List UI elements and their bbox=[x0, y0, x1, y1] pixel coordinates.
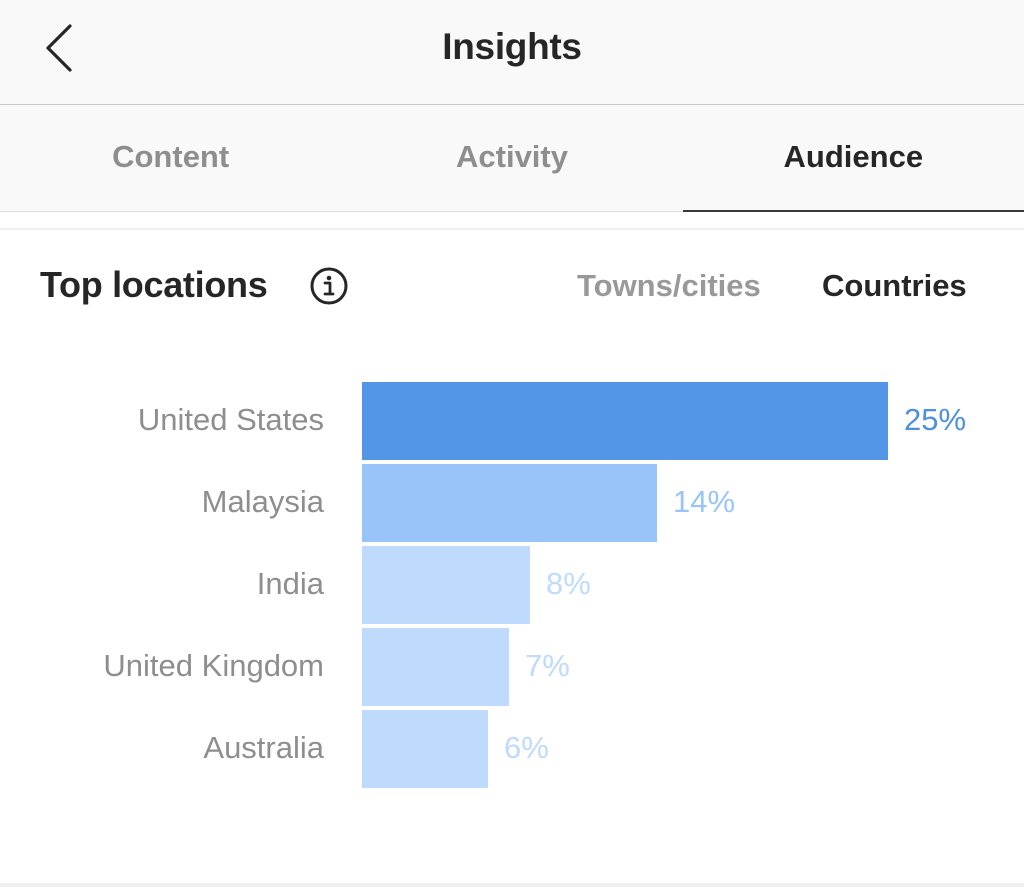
value-label: 8% bbox=[546, 566, 591, 601]
toggle-towns-cities[interactable]: Towns/cities bbox=[577, 268, 761, 304]
category-label: Malaysia bbox=[201, 484, 324, 519]
bar bbox=[362, 382, 888, 460]
nav-bar: Insights bbox=[0, 0, 1024, 105]
tab-audience[interactable]: Audience bbox=[682, 105, 1024, 212]
tab-bar: Content Activity Audience bbox=[0, 105, 1024, 212]
value-label: 6% bbox=[504, 730, 549, 765]
section-divider bbox=[0, 212, 1024, 230]
tab-activity[interactable]: Activity bbox=[341, 105, 682, 211]
page-title: Insights bbox=[442, 26, 582, 67]
section-title: Top locations bbox=[40, 264, 268, 305]
toggle-countries[interactable]: Countries bbox=[822, 268, 967, 304]
value-label: 7% bbox=[525, 648, 570, 683]
info-circle-icon bbox=[310, 267, 348, 305]
bar bbox=[362, 628, 509, 706]
category-label: India bbox=[256, 566, 324, 601]
bar bbox=[362, 546, 530, 624]
bar bbox=[362, 710, 488, 788]
tab-content[interactable]: Content bbox=[0, 105, 341, 211]
bar bbox=[362, 464, 657, 542]
category-label: United Kingdom bbox=[103, 648, 324, 683]
category-label: United States bbox=[137, 402, 324, 437]
top-locations-chart: United States 25% Malaysia 14% India 8% United… bbox=[0, 380, 1024, 790]
value-label: 14% bbox=[673, 484, 736, 519]
value-label: 25% bbox=[904, 402, 967, 437]
category-label: Australia bbox=[203, 730, 324, 765]
bottom-divider bbox=[0, 883, 1024, 887]
info-button[interactable] bbox=[309, 266, 349, 306]
